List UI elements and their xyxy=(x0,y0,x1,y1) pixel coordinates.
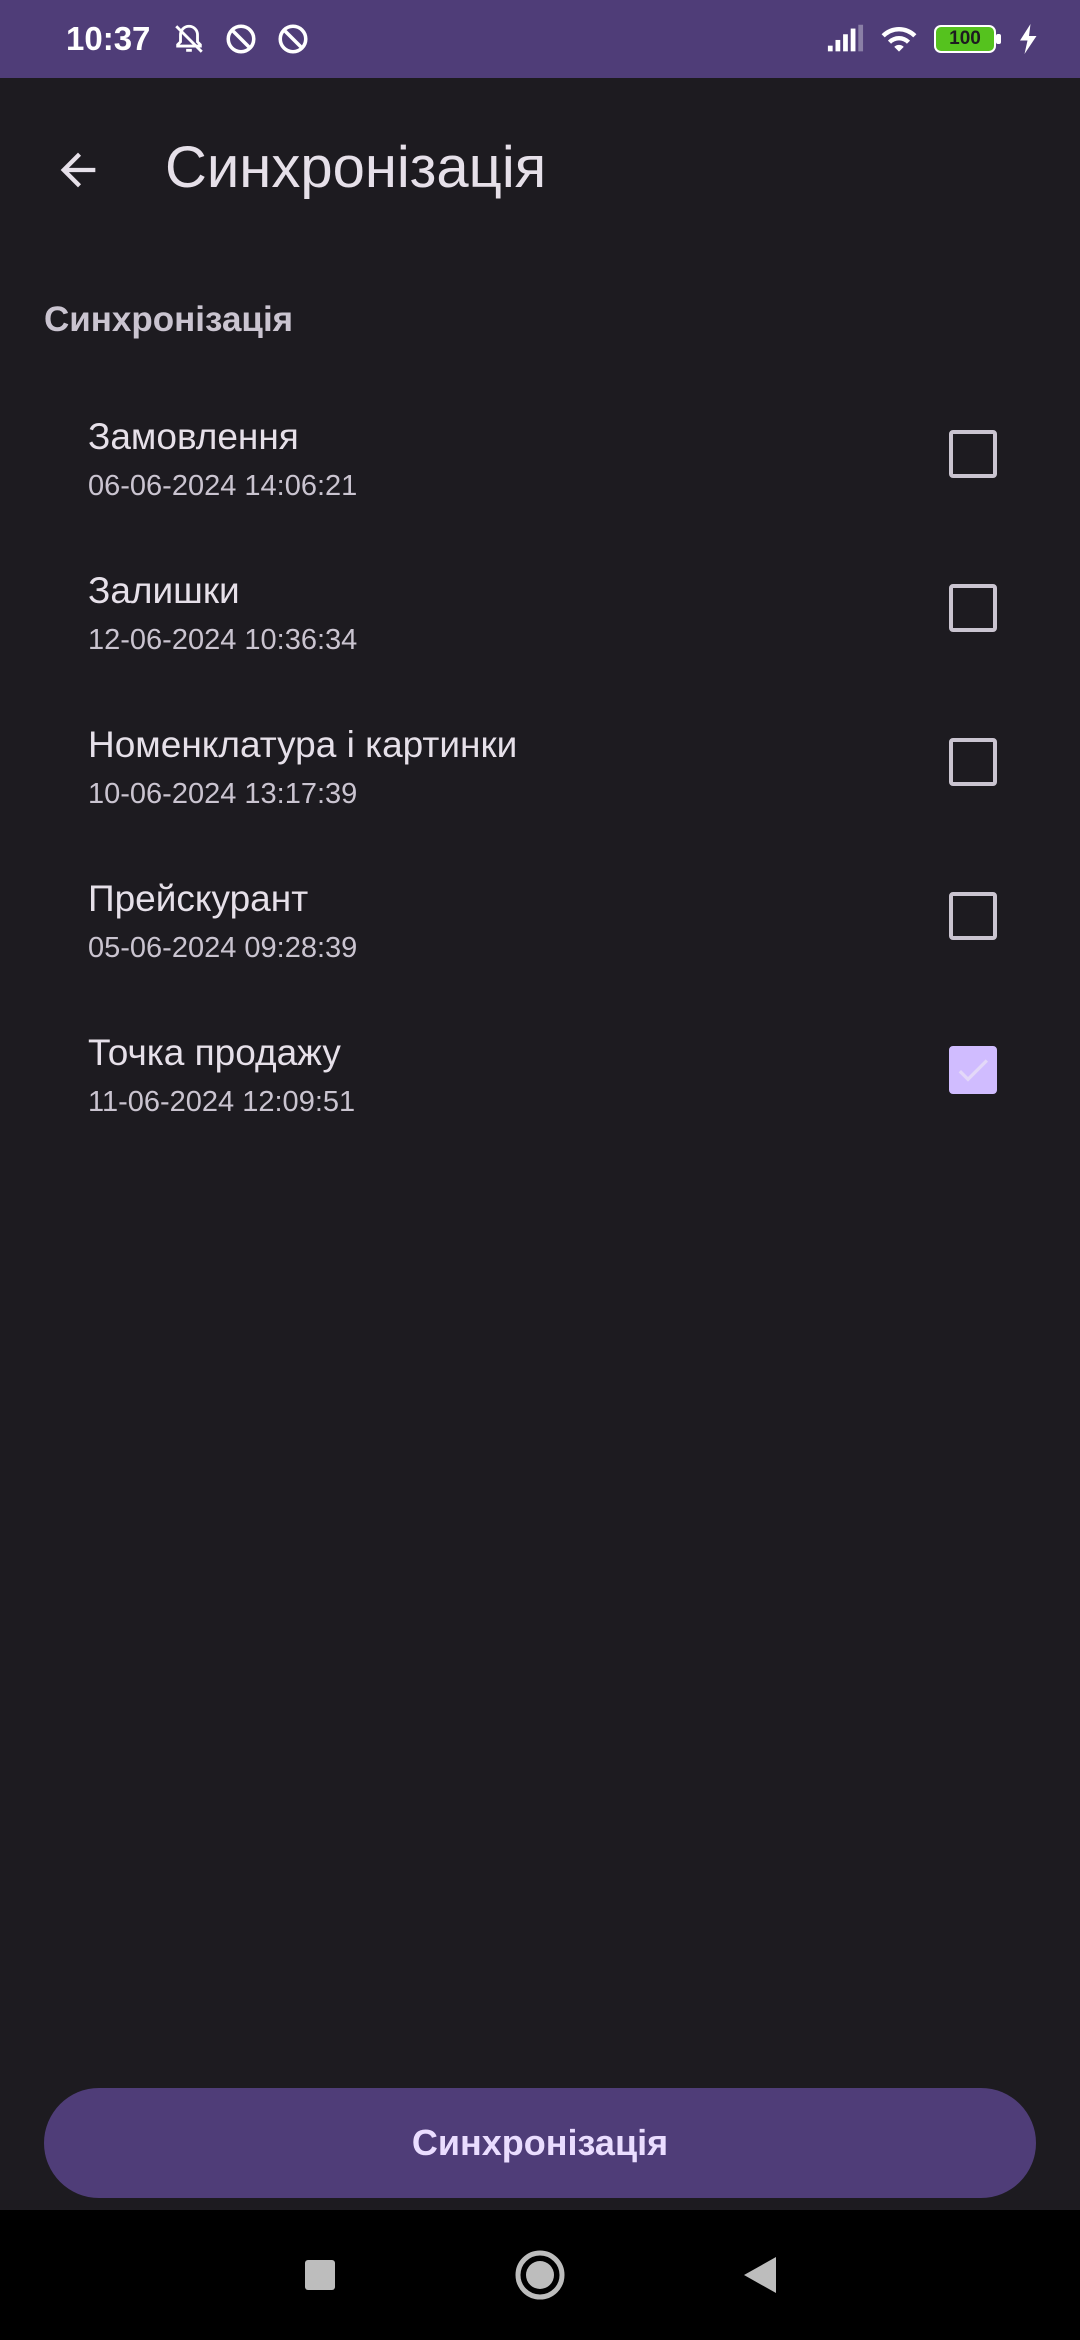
status-time: 10:37 xyxy=(66,20,151,57)
status-icons-left xyxy=(170,20,312,58)
checkbox-checked[interactable] xyxy=(949,1046,997,1094)
sync-button[interactable]: Синхронізація xyxy=(44,2088,1036,2198)
nav-back-button[interactable] xyxy=(730,2245,790,2305)
recents-icon xyxy=(305,2260,335,2290)
section-header: Синхронізація xyxy=(44,300,294,339)
home-button[interactable] xyxy=(510,2245,570,2305)
status-bar: 10:37 100 xyxy=(0,0,1080,78)
muted-bell-icon xyxy=(170,20,208,58)
check-icon xyxy=(958,1059,988,1082)
charging-icon xyxy=(1018,20,1040,58)
sync-list: Замовлення 06-06-2024 14:06:21 Залишки 1… xyxy=(0,380,1080,1150)
arrow-back-icon xyxy=(60,152,96,188)
signal-icon xyxy=(826,20,864,58)
item-title: Замовлення xyxy=(88,416,299,457)
checkbox[interactable] xyxy=(949,584,997,632)
checkbox[interactable] xyxy=(949,892,997,940)
item-title: Прейскурант xyxy=(88,878,309,919)
status-icons-right: 100 xyxy=(826,20,1040,58)
wifi-icon xyxy=(880,20,918,58)
item-title: Точка продажу xyxy=(88,1032,341,1073)
nav-bar xyxy=(0,2210,1080,2340)
list-item-nomenclature[interactable]: Номенклатура і картинки 10-06-2024 13:17… xyxy=(0,688,1080,842)
checkbox[interactable] xyxy=(949,738,997,786)
list-item-stock[interactable]: Залишки 12-06-2024 10:36:34 xyxy=(0,534,1080,688)
dnd-icon xyxy=(274,20,312,58)
dnd-icon xyxy=(222,20,260,58)
battery-icon: 100 xyxy=(934,24,1002,54)
battery-level: 100 xyxy=(949,28,981,49)
recents-button[interactable] xyxy=(290,2245,350,2305)
item-date: 05-06-2024 09:28:39 xyxy=(88,932,358,964)
back-button[interactable] xyxy=(36,128,120,212)
item-date: 12-06-2024 10:36:34 xyxy=(88,624,358,656)
item-date: 11-06-2024 12:09:51 xyxy=(88,1086,356,1118)
home-icon xyxy=(515,2250,565,2300)
app-bar: Синхронізація xyxy=(0,78,1080,264)
back-icon xyxy=(744,2257,776,2293)
list-item-pricelist[interactable]: Прейскурант 05-06-2024 09:28:39 xyxy=(0,842,1080,996)
item-title: Залишки xyxy=(88,570,240,611)
item-date: 10-06-2024 13:17:39 xyxy=(88,778,358,810)
checkbox[interactable] xyxy=(949,430,997,478)
item-date: 06-06-2024 14:06:21 xyxy=(88,470,358,502)
page-title: Синхронізація xyxy=(165,135,547,200)
list-item-point-of-sale[interactable]: Точка продажу 11-06-2024 12:09:51 xyxy=(0,996,1080,1150)
list-item-orders[interactable]: Замовлення 06-06-2024 14:06:21 xyxy=(0,380,1080,534)
item-title: Номенклатура і картинки xyxy=(88,724,518,765)
